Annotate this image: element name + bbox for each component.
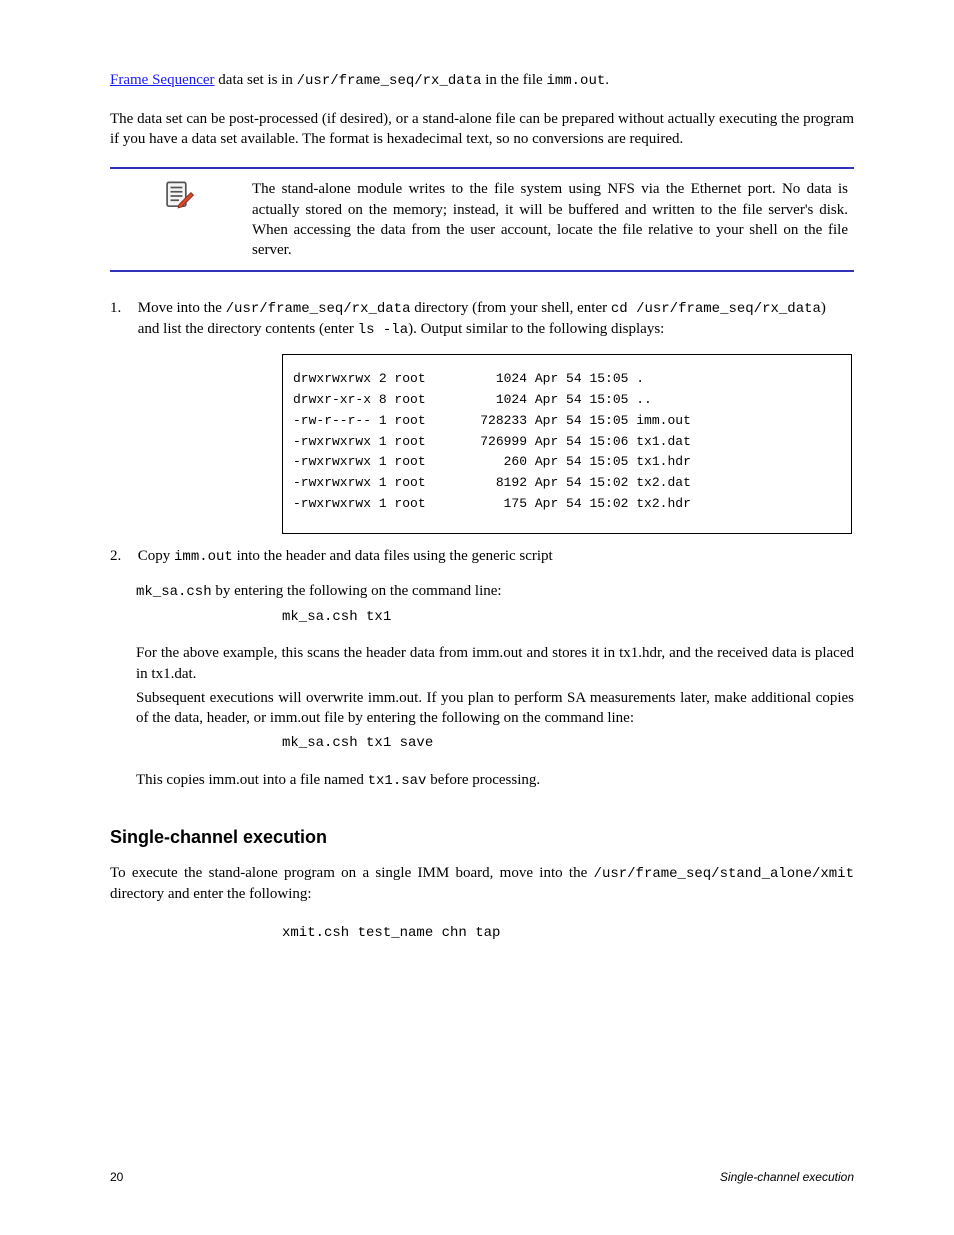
step2-line4: Subsequent executions will overwrite imm… xyxy=(136,688,854,729)
listing-line-6: -rwxrwxrwx 1 root 175 Apr 54 15:02 tx2.h… xyxy=(293,494,841,515)
intro-code-path: /usr/frame_seq/rx_data xyxy=(297,73,482,89)
page-footer: 20 Single-channel execution xyxy=(0,1169,954,1185)
paragraph-2: The data set can be post-processed (if d… xyxy=(110,109,854,150)
note-box: The stand-alone module writes to the fil… xyxy=(110,167,854,272)
intro-code-file: imm.out xyxy=(546,73,605,89)
step-2: 2. Copy imm.out into the header and data… xyxy=(110,546,854,567)
footer-page-number: 20 xyxy=(110,1169,123,1185)
intro-tail: . xyxy=(605,72,609,88)
step2-l1-before: Copy xyxy=(138,548,174,564)
frame-sequencer-link[interactable]: Frame Sequencer xyxy=(110,72,215,88)
note-text: The stand-alone module writes to the fil… xyxy=(252,179,854,260)
step2-l2-code: mk_sa.csh xyxy=(136,584,212,600)
step1-end: ). Output similar to the following displ… xyxy=(408,321,664,337)
step2-line5: This copies imm.out into a file named tx… xyxy=(136,770,854,791)
listing-line-0: drwxrwxrwx 2 root 1024 Apr 54 15:05 . xyxy=(293,369,841,390)
step2-l1-code: imm.out xyxy=(174,549,233,565)
listing-line-4: -rwxrwxrwx 1 root 260 Apr 54 15:05 tx1.h… xyxy=(293,452,841,473)
listing-line-3: -rwxrwxrwx 1 root 726999 Apr 54 15:06 tx… xyxy=(293,432,841,453)
listing-line-2: -rw-r--r-- 1 root 728233 Apr 54 15:05 im… xyxy=(293,411,841,432)
step2-l5-before: This copies imm.out into a file named xyxy=(136,772,368,788)
step2-l2-after: by entering the following on the command… xyxy=(212,583,502,599)
bottom-paragraph: To execute the stand-alone program on a … xyxy=(110,863,854,904)
listing-line-1: drwxr-xr-x 8 root 1024 Apr 54 15:05 .. xyxy=(293,390,841,411)
footer-section-title: Single-channel execution xyxy=(720,1169,854,1185)
intro-after-link: data set is in xyxy=(215,72,297,88)
bottom-before: To execute the stand-alone program on a … xyxy=(110,865,594,881)
step1-before: Move into the xyxy=(138,300,226,316)
section-heading: Single-channel execution xyxy=(110,825,854,849)
listing-line-5: -rwxrwxrwx 1 root 8192 Apr 54 15:02 tx2.… xyxy=(293,473,841,494)
note-icon xyxy=(110,179,252,219)
step-2-number: 2. xyxy=(110,546,134,566)
intro-paragraph: Frame Sequencer data set is in /usr/fram… xyxy=(110,70,854,91)
step2-line3: For the above example, this scans the he… xyxy=(136,643,854,684)
bottom-code-path: /usr/frame_seq/stand_alone/xmit xyxy=(594,866,854,882)
step2-l5-code: tx1.sav xyxy=(368,773,427,789)
step2-l1-after: into the header and data files using the… xyxy=(233,548,553,564)
step2-line2: mk_sa.csh by entering the following on t… xyxy=(136,581,854,602)
step2-cmd1-block: mk_sa.csh tx1 xyxy=(282,606,854,630)
step2-cmd2-block: mk_sa.csh tx1 save xyxy=(282,732,854,756)
intro-mid: in the file xyxy=(481,72,546,88)
step-1-number: 1. xyxy=(110,298,134,318)
bottom-cmd: xmit.csh test_name chn tap xyxy=(282,922,854,946)
bottom-cmd-block: xmit.csh test_name chn tap xyxy=(282,922,854,946)
step2-l5-after: before processing. xyxy=(426,772,540,788)
bottom-after: directory and enter the following: xyxy=(110,886,312,902)
step2-cmd2: mk_sa.csh tx1 save xyxy=(282,732,854,756)
step-1: 1. Move into the /usr/frame_seq/rx_data … xyxy=(110,298,854,340)
step1-cmd: cd /usr/frame_seq/rx_data xyxy=(611,301,821,317)
note-rule-bottom xyxy=(110,270,854,272)
directory-listing-box: drwxrwxrwx 2 root 1024 Apr 54 15:05 . dr… xyxy=(282,354,852,534)
step1-mid: directory (from your shell, enter xyxy=(411,300,611,316)
step1-ls: ls -la xyxy=(358,322,408,338)
step1-path: /usr/frame_seq/rx_data xyxy=(226,301,411,317)
step2-cmd1: mk_sa.csh tx1 xyxy=(282,606,854,630)
